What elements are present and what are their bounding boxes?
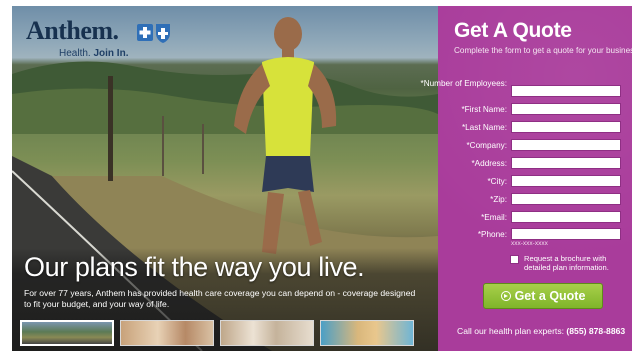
logo-tagline: Health. Join In. — [59, 48, 128, 59]
call-text: Call our health plan experts: — [457, 326, 565, 336]
address-input[interactable] — [511, 157, 621, 169]
employees-label: *Number of Employees: — [420, 79, 507, 88]
runner-thumbnail[interactable] — [20, 320, 114, 346]
last-name-input[interactable] — [511, 121, 621, 133]
city-label: *City: — [487, 177, 507, 186]
city-input[interactable] — [511, 175, 621, 187]
thumbnail-strip — [20, 320, 414, 346]
call-to-action: Call our health plan experts: (855) 878-… — [457, 326, 625, 336]
form-title: Get A Quote — [454, 19, 572, 42]
email-label: *Email: — [481, 213, 507, 222]
form-subtitle: Complete the form to get a quote for you… — [454, 46, 632, 55]
tagline-prefix: Health. — [59, 48, 91, 59]
tagline-bold: Join In. — [93, 48, 129, 59]
runner-photo — [234, 17, 337, 254]
hero-headline: Our plans fit the way you live. — [24, 252, 365, 282]
first-name-label: *First Name: — [461, 105, 508, 114]
landing-page: Anthem. Health. Join In. Our plans fit t… — [12, 6, 632, 351]
phone-label: *Phone: — [477, 230, 507, 239]
company-label: *Company: — [466, 141, 507, 150]
get-quote-button[interactable]: Get a Quote — [483, 283, 603, 309]
call-number[interactable]: (855) 878-8863 — [566, 326, 625, 336]
employees-input[interactable] — [511, 85, 621, 97]
first-name-input[interactable] — [511, 103, 621, 115]
last-name-label: *Last Name: — [461, 123, 507, 132]
hero-banner: Anthem. Health. Join In. Our plans fit t… — [12, 6, 438, 351]
beach-thumbnail[interactable] — [320, 320, 414, 346]
zip-input[interactable] — [511, 193, 621, 205]
blue-cross-blue-shield-icon — [137, 24, 170, 43]
play-circle-icon — [500, 291, 511, 301]
get-quote-label: Get a Quote — [514, 289, 586, 303]
email-input[interactable] — [511, 211, 621, 223]
phone-format-hint: xxx-xxx-xxxx — [511, 240, 548, 247]
brochure-checkbox[interactable] — [510, 255, 519, 264]
family-thumbnail[interactable] — [120, 320, 214, 346]
hero-body-text: For over 77 years, Anthem has provided h… — [24, 288, 416, 309]
seniors-thumbnail[interactable] — [220, 320, 314, 346]
logo-wordmark: Anthem. — [26, 16, 119, 45]
company-input[interactable] — [511, 139, 621, 151]
phone-input[interactable] — [511, 228, 621, 240]
address-label: *Address: — [471, 159, 508, 168]
anthem-logo[interactable]: Anthem. Health. Join In. — [26, 16, 170, 59]
zip-label: *Zip: — [490, 195, 507, 204]
quote-form-panel: Get A Quote Complete the form to get a q… — [421, 6, 632, 351]
brochure-label: Request a brochure with detailed plan in… — [524, 254, 609, 272]
